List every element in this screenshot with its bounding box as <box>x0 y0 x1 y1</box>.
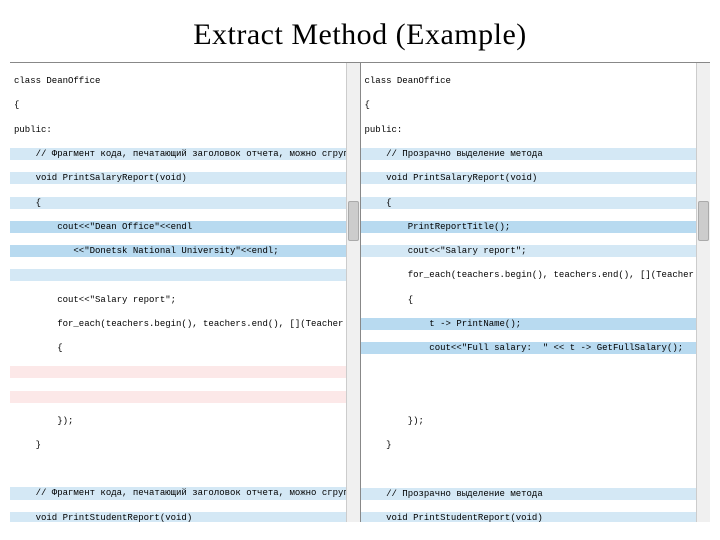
code-line <box>361 391 711 403</box>
code-line: } <box>10 439 360 451</box>
code-line: void PrintStudentReport(void) <box>361 512 711 522</box>
code-line: }); <box>361 415 711 427</box>
code-line: // Прозрачно выделение метода <box>361 488 711 500</box>
code-line: cout<<"Salary report"; <box>10 294 360 306</box>
slide-title: Extract Method (Example) <box>0 0 720 62</box>
code-line: t -> PrintName(); <box>361 318 711 330</box>
code-line: { <box>10 99 360 111</box>
scrollbar-thumb[interactable] <box>348 201 359 241</box>
code-line: class DeanOffice <box>10 75 360 87</box>
code-line: cout<<"Full salary: " << t -> GetFullSal… <box>361 342 711 354</box>
code-line: { <box>361 197 711 209</box>
code-line <box>10 463 360 475</box>
code-diff-container: class DeanOffice { public: // Фрагмент к… <box>10 62 710 522</box>
code-line: cout<<"Salary report"; <box>361 245 711 257</box>
scrollbar-right[interactable] <box>696 63 710 522</box>
code-line: { <box>10 342 360 354</box>
scrollbar-left[interactable] <box>346 63 360 522</box>
code-line: { <box>361 294 711 306</box>
code-line <box>361 367 711 379</box>
code-after: class DeanOffice { public: // Прозрачно … <box>361 63 711 522</box>
code-line: for_each(teachers.begin(), teachers.end(… <box>10 318 360 330</box>
code-line: public: <box>361 124 711 136</box>
scrollbar-thumb[interactable] <box>698 201 709 241</box>
code-line: void PrintSalaryReport(void) <box>361 172 711 184</box>
code-line <box>10 269 360 281</box>
code-line: // Прозрачно выделение метода <box>361 148 711 160</box>
code-line: } <box>361 439 711 451</box>
code-line: public: <box>10 124 360 136</box>
code-line <box>10 391 360 403</box>
code-line: <<"Donetsk National University"<<endl; <box>10 245 360 257</box>
code-line: for_each(teachers.begin(), teachers.end(… <box>361 269 711 281</box>
code-line: }); <box>10 415 360 427</box>
code-panel-after: class DeanOffice { public: // Прозрачно … <box>361 63 711 522</box>
code-line: // Фрагмент кода, печатающий заголовок о… <box>10 148 360 160</box>
slide: Extract Method (Example) class DeanOffic… <box>0 0 720 540</box>
code-line <box>10 366 360 378</box>
code-line: // Фрагмент кода, печатающий заголовок о… <box>10 487 360 499</box>
code-line: class DeanOffice <box>361 75 711 87</box>
code-line: PrintReportTitle(); <box>361 221 711 233</box>
code-line: void PrintSalaryReport(void) <box>10 172 360 184</box>
code-line <box>361 463 711 475</box>
code-line: cout<<"Dean Office"<<endl <box>10 221 360 233</box>
code-line: { <box>10 197 360 209</box>
code-panel-before: class DeanOffice { public: // Фрагмент к… <box>10 63 361 522</box>
code-before: class DeanOffice { public: // Фрагмент к… <box>10 63 360 522</box>
code-line: { <box>361 99 711 111</box>
code-line: void PrintStudentReport(void) <box>10 512 360 522</box>
